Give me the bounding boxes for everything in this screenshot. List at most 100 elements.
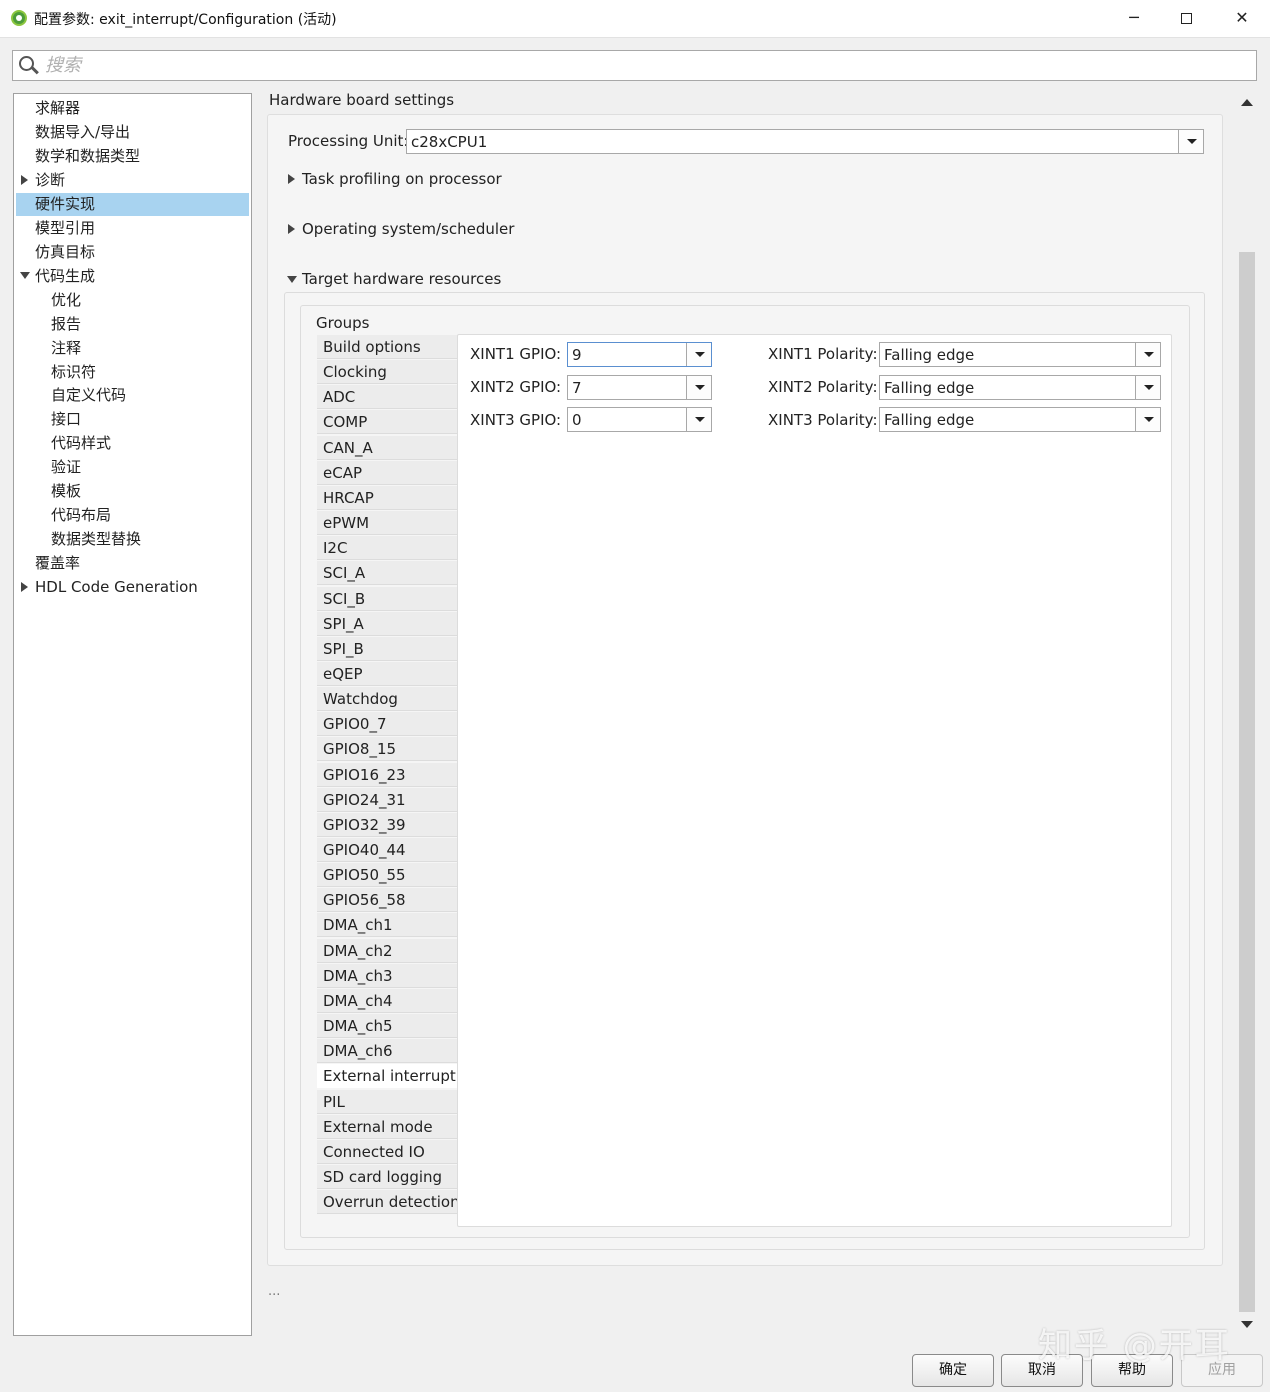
search-input[interactable] xyxy=(45,53,1245,78)
group-item[interactable]: SCI_B xyxy=(317,587,458,611)
tree-item-optimization[interactable]: 优化 xyxy=(51,289,81,312)
tree-item-coverage[interactable]: 覆盖率 xyxy=(35,552,80,575)
title-bar: 配置参数: exit_interrupt/Configuration (活动) … xyxy=(0,0,1270,38)
chevron-down-icon[interactable] xyxy=(686,376,711,399)
group-item[interactable]: GPIO24_31 xyxy=(317,788,458,812)
chevron-down-icon[interactable] xyxy=(1135,408,1160,431)
group-item[interactable]: SPI_B xyxy=(317,637,458,661)
tree-item-templates[interactable]: 模板 xyxy=(51,480,81,503)
tree-item-solver[interactable]: 求解器 xyxy=(35,97,80,120)
group-item[interactable]: DMA_ch1 xyxy=(317,913,458,937)
search-box[interactable] xyxy=(12,50,1257,81)
tree-item-comments[interactable]: 注释 xyxy=(51,337,81,360)
tree-item-label: 报告 xyxy=(51,315,82,333)
group-item[interactable]: Connected IO xyxy=(317,1140,458,1164)
expand-arrow-icon[interactable] xyxy=(21,175,28,185)
group-item[interactable]: eCAP xyxy=(317,461,458,485)
group-item[interactable]: External mode xyxy=(317,1115,458,1139)
tree-item-code-placement[interactable]: 代码布局 xyxy=(51,504,111,527)
group-item[interactable]: ADC xyxy=(317,385,458,409)
group-item[interactable]: Watchdog xyxy=(317,687,458,711)
tree-item-data-type-replacement[interactable]: 数据类型替换 xyxy=(51,528,141,551)
xint1-gpio-dropdown[interactable]: 9 xyxy=(567,342,712,367)
group-item[interactable]: External interrupt xyxy=(317,1064,458,1088)
target-hardware-label: Target hardware resources xyxy=(302,270,502,288)
scrollbar-thumb[interactable] xyxy=(1239,252,1255,1312)
group-item[interactable]: GPIO32_39 xyxy=(317,813,458,837)
tree-item-diagnostics[interactable]: 诊断 xyxy=(35,169,65,192)
group-item[interactable]: COMP xyxy=(317,410,458,434)
chevron-down-icon[interactable] xyxy=(1178,130,1203,153)
tree-item-label: 代码样式 xyxy=(51,434,112,452)
tree-item-interface[interactable]: 接口 xyxy=(51,408,81,431)
group-item[interactable]: DMA_ch3 xyxy=(317,964,458,988)
expand-arrow-icon xyxy=(288,224,295,234)
tree-item-code-generation[interactable]: 代码生成 xyxy=(35,265,95,288)
tree-item-label: 诊断 xyxy=(35,171,66,189)
tree-item-simulation-target[interactable]: 仿真目标 xyxy=(35,241,95,264)
tree-item-label: 自定义代码 xyxy=(51,386,127,404)
tree-item-label: 仿真目标 xyxy=(35,243,96,261)
tree-item-report[interactable]: 报告 xyxy=(51,313,81,336)
xint1-polarity-dropdown[interactable]: Falling edge xyxy=(879,342,1161,367)
group-item[interactable]: DMA_ch2 xyxy=(317,939,458,963)
tree-item-label: HDL Code Generation xyxy=(35,578,198,596)
group-item[interactable]: ePWM xyxy=(317,511,458,535)
tree-item-hardware-implementation[interactable]: 硬件实现 xyxy=(16,193,249,216)
tree-item-code-style[interactable]: 代码样式 xyxy=(51,432,111,455)
tree-item-custom-code[interactable]: 自定义代码 xyxy=(51,384,126,407)
xint3-polarity-dropdown[interactable]: Falling edge xyxy=(879,407,1161,432)
group-item[interactable]: GPIO56_58 xyxy=(317,888,458,912)
xint1-gpio-value: 9 xyxy=(572,346,582,364)
group-item[interactable]: DMA_ch6 xyxy=(317,1039,458,1063)
tree-item-verification[interactable]: 验证 xyxy=(51,456,81,479)
tree-item-identifiers[interactable]: 标识符 xyxy=(51,361,96,384)
group-item[interactable]: CAN_A xyxy=(317,436,458,460)
group-item[interactable]: SD card logging xyxy=(317,1165,458,1189)
group-item[interactable]: DMA_ch4 xyxy=(317,989,458,1013)
scroll-up-icon[interactable] xyxy=(1241,99,1253,106)
collapse-arrow-icon[interactable] xyxy=(20,272,30,279)
group-item[interactable]: I2C xyxy=(317,536,458,560)
tree-item-label: 覆盖率 xyxy=(35,554,81,572)
chevron-down-icon[interactable] xyxy=(1135,343,1160,366)
chevron-down-icon[interactable] xyxy=(1135,376,1160,399)
watermark: 知乎 @开耳 xyxy=(1038,1326,1231,1366)
processing-unit-dropdown[interactable]: c28xCPU1 xyxy=(406,129,1204,154)
group-item[interactable]: Clocking xyxy=(317,360,458,384)
ok-button[interactable]: 确定 xyxy=(912,1354,994,1387)
tree-item-math-data-types[interactable]: 数学和数据类型 xyxy=(35,145,140,168)
group-item[interactable]: GPIO16_23 xyxy=(317,763,458,787)
group-item[interactable]: GPIO50_55 xyxy=(317,863,458,887)
tree-item-label: 接口 xyxy=(51,410,82,428)
chevron-down-icon[interactable] xyxy=(686,408,711,431)
group-item[interactable]: SCI_A xyxy=(317,561,458,585)
group-item[interactable]: GPIO0_7 xyxy=(317,712,458,736)
group-item[interactable]: GPIO40_44 xyxy=(317,838,458,862)
group-item[interactable]: Build options xyxy=(317,335,458,359)
app-logo-icon xyxy=(11,10,27,26)
vertical-scrollbar[interactable] xyxy=(1237,92,1257,1337)
expand-arrow-icon[interactable] xyxy=(21,582,28,592)
group-item[interactable]: SPI_A xyxy=(317,612,458,636)
group-item[interactable]: HRCAP xyxy=(317,486,458,510)
maximize-button[interactable] xyxy=(1158,0,1214,36)
group-item[interactable]: Overrun detection xyxy=(317,1190,460,1214)
tree-item-data-import-export[interactable]: 数据导入/导出 xyxy=(35,121,130,144)
xint3-gpio-dropdown[interactable]: 0 xyxy=(567,407,712,432)
group-item[interactable]: eQEP xyxy=(317,662,458,686)
scroll-down-icon[interactable] xyxy=(1241,1321,1253,1328)
group-item[interactable]: DMA_ch5 xyxy=(317,1014,458,1038)
group-item[interactable]: PIL xyxy=(317,1090,458,1114)
xint2-polarity-dropdown[interactable]: Falling edge xyxy=(879,375,1161,400)
tree-item-label: 标识符 xyxy=(51,363,97,381)
category-tree: 求解器 数据导入/导出 数学和数据类型 诊断 硬件实现 模型引用 仿真目标 代码… xyxy=(13,93,252,1336)
tree-item-hdl-code-generation[interactable]: HDL Code Generation xyxy=(35,576,198,599)
group-item[interactable]: GPIO8_15 xyxy=(317,737,458,761)
minimize-button[interactable]: ─ xyxy=(1106,0,1162,36)
close-button[interactable]: ✕ xyxy=(1214,0,1270,36)
xint2-gpio-dropdown[interactable]: 7 xyxy=(567,375,712,400)
tree-item-label: 数据导入/导出 xyxy=(35,123,131,141)
chevron-down-icon[interactable] xyxy=(686,343,711,366)
tree-item-model-referencing[interactable]: 模型引用 xyxy=(35,217,95,240)
